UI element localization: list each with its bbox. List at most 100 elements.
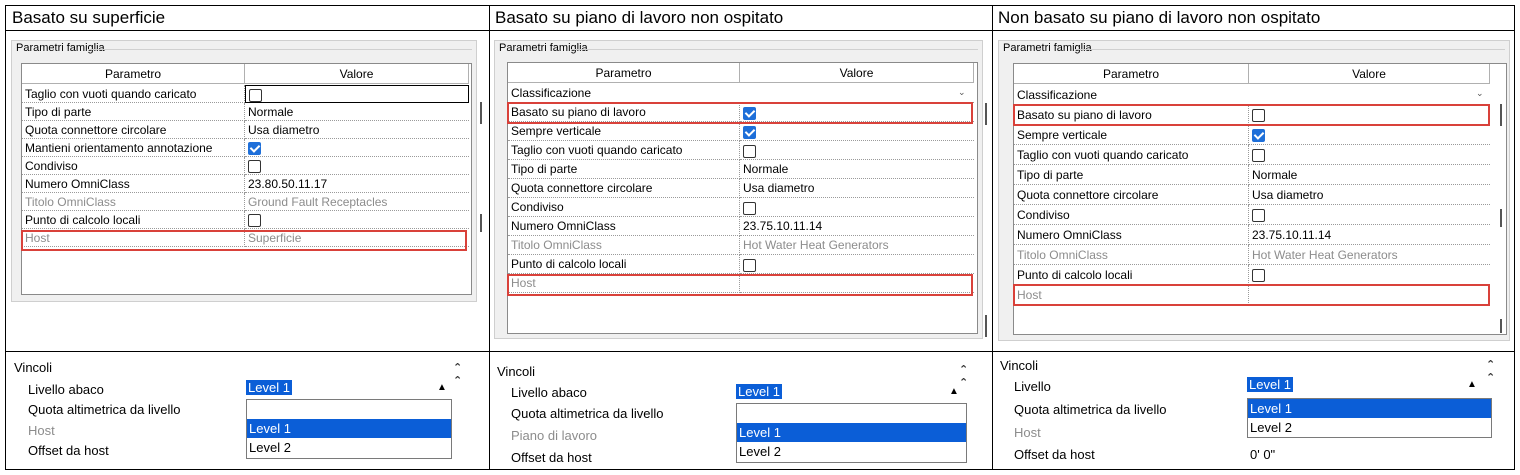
param-value[interactable] — [1249, 105, 1490, 125]
header-valore[interactable]: Valore — [740, 63, 974, 83]
scrollbar-tick[interactable] — [985, 315, 987, 337]
dropdown-option-empty[interactable] — [737, 404, 966, 423]
constraints-header[interactable]: Vincoli — [497, 364, 535, 379]
param-value[interactable] — [245, 139, 469, 157]
section-header[interactable]: Classificazione — [508, 84, 974, 103]
param-value[interactable] — [740, 141, 974, 160]
scrollbar-tick[interactable] — [1500, 104, 1502, 126]
level-dropdown[interactable]: Level 1 — [1246, 376, 1492, 395]
param-value[interactable] — [740, 122, 974, 141]
table-row[interactable]: Numero OmniClass 23.75.10.11.14 — [1014, 225, 1490, 245]
param-value[interactable]: Normale — [1249, 165, 1490, 185]
table-row[interactable]: Condiviso — [508, 198, 974, 217]
scrollbar-tick[interactable] — [1500, 209, 1502, 227]
table-row[interactable]: Basato su piano di lavoro — [508, 103, 974, 122]
scrollbar-tick[interactable] — [480, 214, 482, 232]
header-valore[interactable]: Valore — [1249, 64, 1490, 84]
table-row[interactable]: Taglio con vuoti quando caricato — [508, 141, 974, 160]
param-value[interactable]: Usa diametro — [740, 179, 974, 198]
param-value[interactable]: Normale — [740, 160, 974, 179]
param-value[interactable] — [1249, 205, 1490, 225]
header-parametro[interactable]: Parametro — [508, 63, 740, 83]
header-parametro[interactable]: Parametro — [22, 64, 245, 84]
constraints-header[interactable]: Vincoli — [1000, 358, 1038, 373]
param-value[interactable] — [245, 157, 469, 175]
dropdown-option[interactable]: Level 1 — [1248, 399, 1491, 418]
param-value[interactable] — [740, 103, 974, 122]
chevron-up-icon[interactable]: ▲ — [1467, 379, 1477, 390]
dropdown-option-empty[interactable] — [247, 400, 451, 419]
checkbox[interactable] — [249, 88, 262, 102]
dropdown-option[interactable]: Level 1 — [737, 423, 966, 442]
param-value[interactable]: Normale — [245, 103, 469, 121]
table-row[interactable]: Punto di calcolo locali — [508, 255, 974, 274]
table-row[interactable]: Sempre verticale — [508, 122, 974, 141]
dropdown-option[interactable]: Level 2 — [737, 442, 966, 461]
table-row[interactable]: Condiviso — [1014, 205, 1490, 225]
table-row[interactable]: Punto di calcolo locali — [22, 211, 469, 229]
checkbox[interactable] — [1252, 269, 1265, 282]
dropdown-option[interactable]: Level 1 — [247, 419, 451, 438]
table-row[interactable]: Mantieni orientamento annotazione — [22, 139, 469, 157]
chevron-up-icon[interactable]: ▲ — [949, 386, 959, 397]
table-row[interactable]: Titolo OmniClass Ground Fault Receptacles — [22, 193, 469, 211]
table-row[interactable]: Classificazione ⌄ — [508, 84, 974, 103]
param-value[interactable]: Usa diametro — [1249, 185, 1490, 205]
table-row[interactable]: Numero OmniClass 23.80.50.11.17 — [22, 175, 469, 193]
table-row[interactable]: Sempre verticale — [1014, 125, 1490, 145]
dropdown-list[interactable]: Level 1 Level 2 — [736, 403, 967, 463]
param-value[interactable] — [1249, 125, 1490, 145]
checkbox[interactable] — [743, 258, 756, 272]
checkbox[interactable] — [1252, 109, 1265, 122]
table-row[interactable]: Condiviso — [22, 157, 469, 175]
param-value[interactable] — [1249, 145, 1490, 165]
checkbox[interactable] — [743, 106, 756, 120]
table-row[interactable]: Quota connettore circolare Usa diametro — [22, 121, 469, 139]
offset-value[interactable]: 0' 0" — [1250, 447, 1275, 462]
constraints-header[interactable]: Vincoli — [14, 360, 52, 375]
table-row[interactable]: Tipo di parte Normale — [508, 160, 974, 179]
checkbox[interactable] — [743, 125, 756, 139]
param-value[interactable]: 23.75.10.11.14 — [1249, 225, 1490, 245]
checkbox[interactable] — [248, 214, 261, 227]
table-row[interactable]: Host — [508, 274, 974, 293]
table-row[interactable]: Punto di calcolo locali — [1014, 265, 1490, 285]
scrollbar-tick[interactable] — [985, 103, 987, 125]
schedule-level-dropdown[interactable]: Level 1 — [245, 379, 456, 398]
param-value[interactable] — [740, 198, 974, 217]
param-value[interactable] — [245, 211, 469, 229]
table-row[interactable]: Quota connettore circolare Usa diametro — [508, 179, 974, 198]
checkbox[interactable] — [248, 142, 261, 155]
param-value[interactable] — [1249, 265, 1490, 285]
chevron-down-icon[interactable]: ⌄ — [1476, 88, 1484, 99]
header-valore[interactable]: Valore — [245, 64, 469, 84]
table-row[interactable]: Titolo OmniClass Hot Water Heat Generator… — [508, 236, 974, 255]
dropdown-value[interactable]: Level 1 — [245, 379, 293, 396]
checkbox[interactable] — [1252, 149, 1265, 162]
scrollbar-tick[interactable] — [480, 102, 482, 124]
param-value[interactable]: Usa diametro — [245, 121, 469, 139]
dropdown-option[interactable]: Level 2 — [1248, 418, 1491, 437]
table-row[interactable]: Host Superficie — [22, 229, 469, 247]
dropdown-list[interactable]: Level 1 Level 2 — [246, 399, 452, 459]
checkbox[interactable] — [248, 160, 261, 173]
checkbox[interactable] — [743, 201, 756, 215]
checkbox[interactable] — [743, 144, 756, 158]
header-parametro[interactable]: Parametro — [1014, 64, 1249, 84]
param-value[interactable]: 23.75.10.11.14 — [740, 217, 974, 236]
table-row[interactable]: Quota connettore circolare Usa diametro — [1014, 185, 1490, 205]
dropdown-option[interactable]: Level 2 — [247, 438, 451, 457]
table-row[interactable]: Tipo di parte Normale — [1014, 165, 1490, 185]
param-value[interactable]: 23.80.50.11.17 — [245, 175, 469, 193]
table-row[interactable]: Taglio con vuoti quando caricato — [22, 85, 469, 103]
schedule-level-dropdown[interactable]: Level 1 — [735, 383, 966, 402]
table-row[interactable]: Titolo OmniClass Hot Water Heat Generator… — [1014, 245, 1490, 265]
dropdown-value[interactable]: Level 1 — [735, 383, 783, 400]
dropdown-value[interactable]: Level 1 — [1246, 376, 1294, 393]
dropdown-list[interactable]: Level 1 Level 2 — [1247, 398, 1492, 438]
table-row[interactable]: Classificazione ⌄ — [1014, 85, 1490, 105]
chevron-down-icon[interactable]: ⌄ — [958, 87, 968, 98]
table-row[interactable]: Numero OmniClass 23.75.10.11.14 — [508, 217, 974, 236]
scrollbar-tick[interactable] — [1500, 319, 1502, 333]
table-row[interactable]: Basato su piano di lavoro — [1014, 105, 1490, 125]
